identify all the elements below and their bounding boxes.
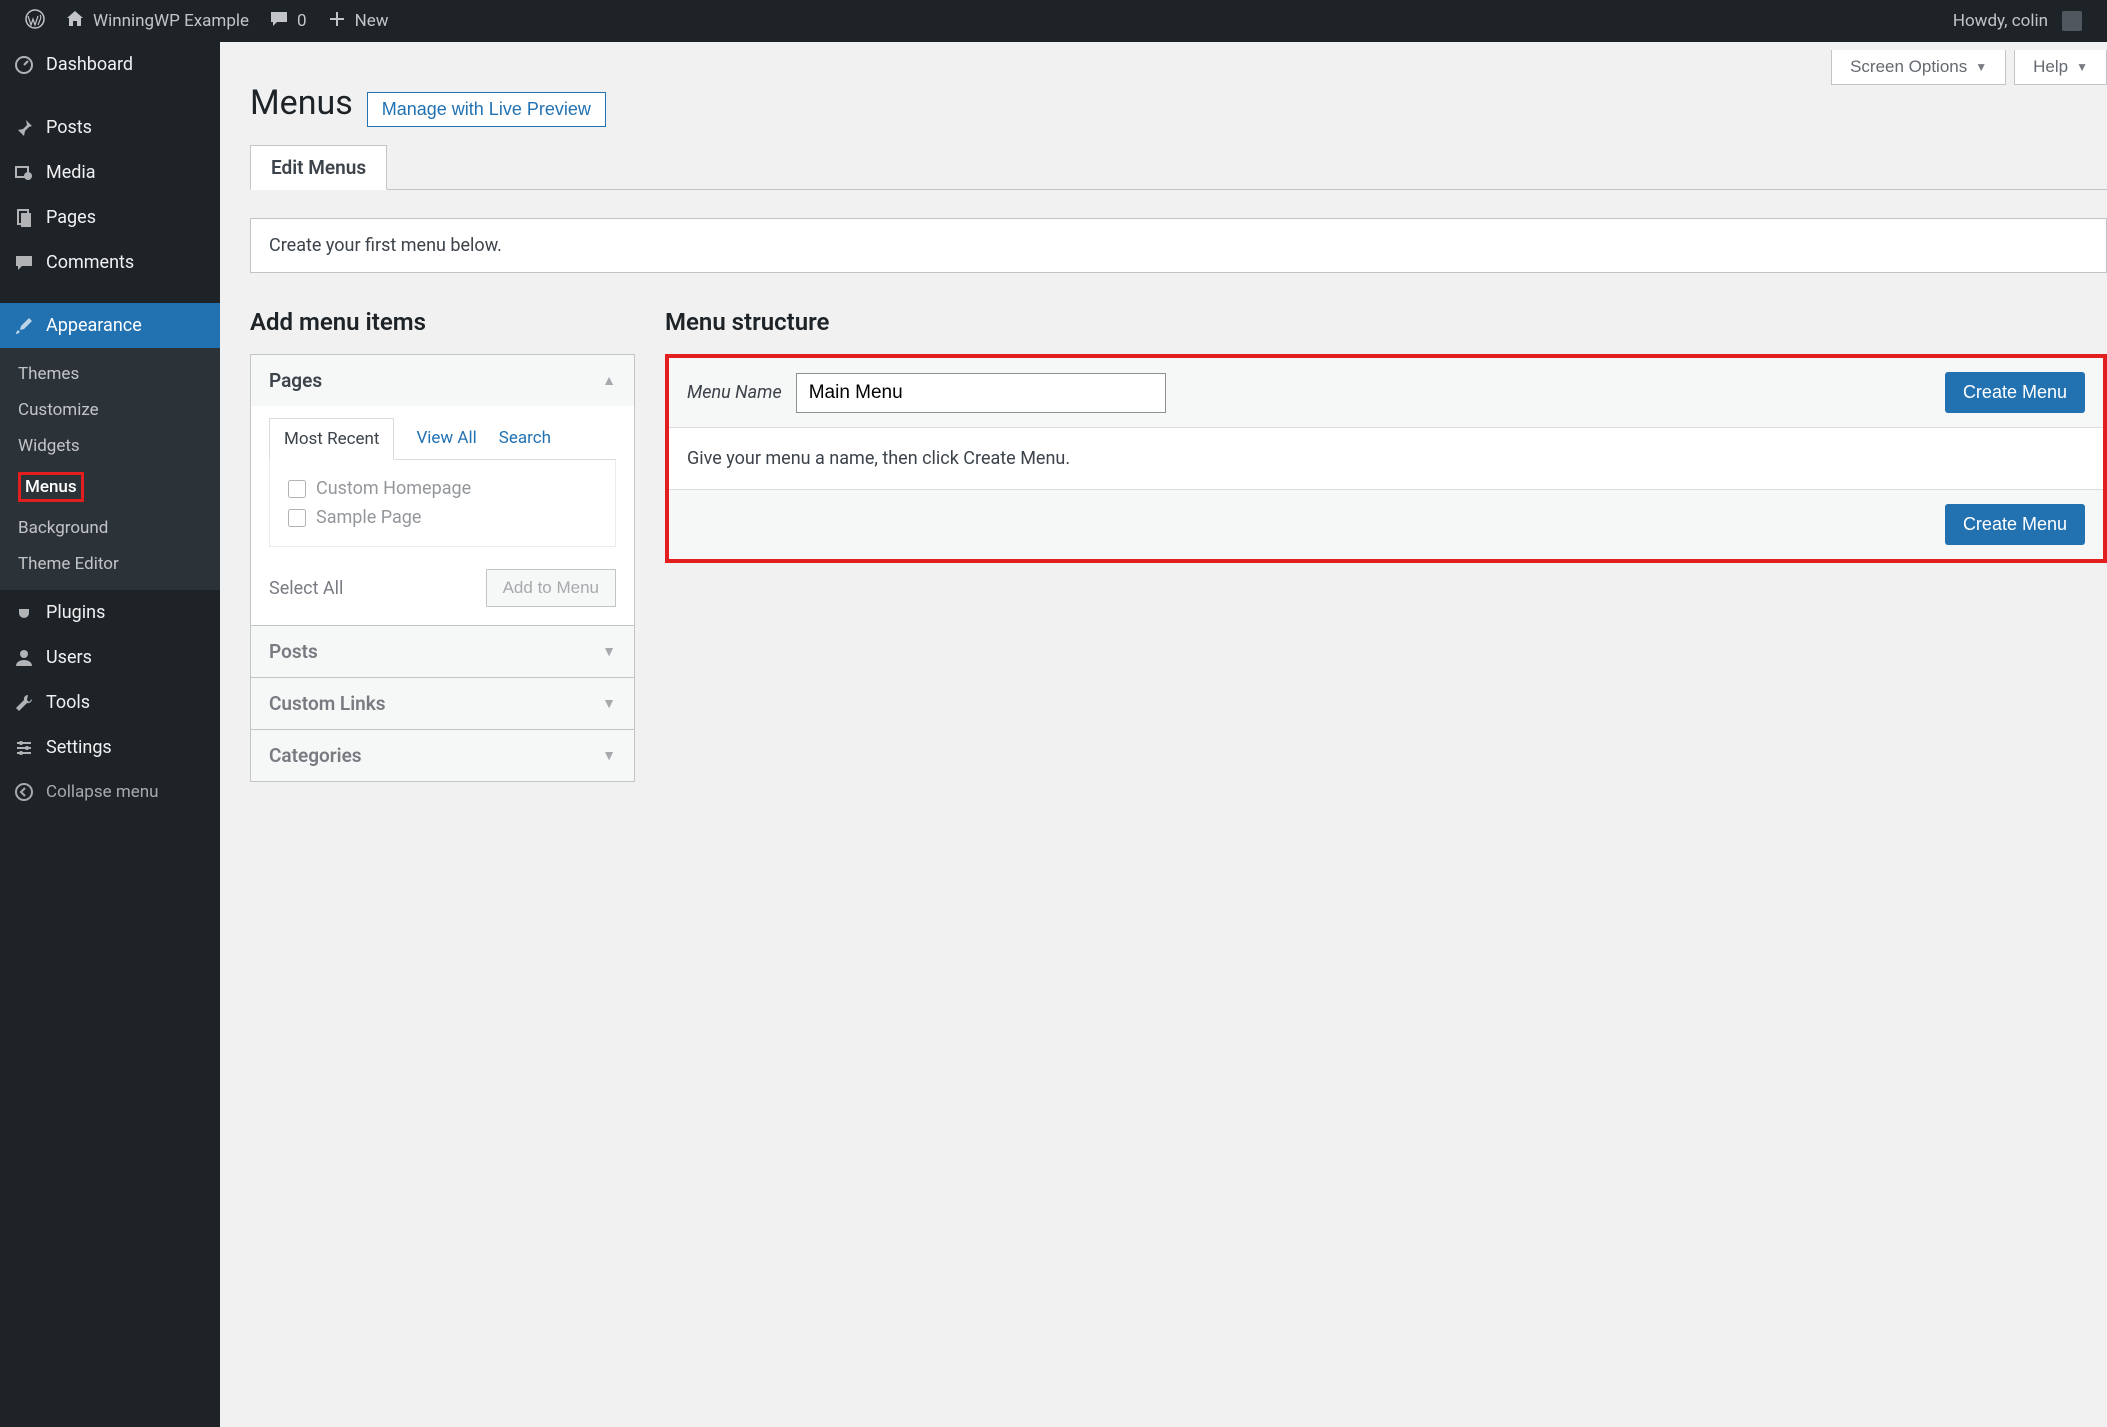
site-name: WinningWP Example (93, 11, 249, 31)
comment-icon (269, 9, 289, 34)
home-icon (65, 9, 85, 34)
page-checkbox[interactable] (288, 480, 306, 498)
pages-tab-recent[interactable]: Most Recent (269, 418, 394, 460)
comments-count: 0 (297, 11, 307, 31)
help-button[interactable]: Help ▼ (2014, 50, 2107, 85)
account-link[interactable]: Howdy, colin (1943, 0, 2092, 42)
howdy-text: Howdy, colin (1953, 11, 2048, 31)
info-notice: Create your first menu below. (250, 218, 2107, 273)
select-all-link[interactable]: Select All (269, 578, 343, 599)
menu-structure-hint: Give your menu a name, then click Create… (669, 428, 2103, 490)
sidebar-item-plugins[interactable]: Plugins (0, 590, 220, 635)
accordion-pages-header[interactable]: Pages ▲ (251, 355, 634, 406)
menu-name-row: Menu Name Create Menu (669, 358, 2103, 428)
accordion-categories-header[interactable]: Categories ▼ (251, 730, 634, 781)
sidebar-item-appearance[interactable]: Appearance (0, 303, 220, 348)
comments-link[interactable]: 0 (259, 0, 317, 42)
chevron-down-icon: ▼ (1975, 60, 1987, 74)
admin-bar: WinningWP Example 0 New Howdy, colin (0, 0, 2107, 42)
collapse-menu[interactable]: Collapse menu (0, 770, 220, 814)
create-menu-button-top[interactable]: Create Menu (1945, 372, 2085, 413)
tab-edit-menus[interactable]: Edit Menus (250, 145, 387, 190)
sidebar-item-users[interactable]: Users (0, 635, 220, 680)
main-content: Screen Options ▼ Help ▼ Menus Manage wit… (220, 0, 2107, 782)
site-link[interactable]: WinningWP Example (55, 0, 259, 42)
sidebar-item-comments[interactable]: Comments (0, 240, 220, 285)
sidebar-item-posts[interactable]: Posts (0, 105, 220, 150)
live-preview-button[interactable]: Manage with Live Preview (367, 92, 606, 127)
pages-list: Custom Homepage Sample Page (269, 460, 616, 547)
page-item[interactable]: Custom Homepage (288, 474, 597, 503)
comment-icon (14, 253, 34, 273)
add-menu-items-column: Add menu items Pages ▲ Most Recent View … (250, 308, 635, 782)
sliders-icon (14, 738, 34, 758)
collapse-icon (14, 782, 34, 802)
page-item[interactable]: Sample Page (288, 503, 597, 532)
sidebar-sub-widgets[interactable]: Widgets (0, 428, 220, 464)
pages-icon (14, 208, 34, 228)
menu-name-input[interactable] (796, 373, 1166, 413)
screen-options-button[interactable]: Screen Options ▼ (1831, 50, 2006, 85)
create-menu-button-bottom[interactable]: Create Menu (1945, 504, 2085, 545)
accordion-posts: Posts ▼ (251, 626, 634, 678)
menu-structure-column: Menu structure Menu Name Create Menu Giv… (665, 308, 2107, 782)
plus-icon (327, 9, 347, 34)
sidebar-item-settings[interactable]: Settings (0, 725, 220, 770)
sidebar-sub-theme-editor[interactable]: Theme Editor (0, 546, 220, 582)
new-content-link[interactable]: New (317, 0, 399, 42)
appearance-submenu: Themes Customize Widgets Menus Backgroun… (0, 348, 220, 590)
pages-tab-search[interactable]: Search (499, 418, 551, 459)
admin-sidebar: Dashboard Posts Media Pages Comments App… (0, 42, 220, 1427)
add-to-menu-button[interactable]: Add to Menu (486, 569, 616, 607)
page-checkbox[interactable] (288, 509, 306, 527)
sidebar-item-dashboard[interactable]: Dashboard (0, 42, 220, 87)
accordion-custom-links-header[interactable]: Custom Links ▼ (251, 678, 634, 729)
wp-logo[interactable] (15, 0, 55, 42)
dashboard-icon (14, 55, 34, 75)
user-icon (14, 648, 34, 668)
accordion-pages: Pages ▲ Most Recent View All Search C (251, 355, 634, 626)
sidebar-item-tools[interactable]: Tools (0, 680, 220, 725)
wordpress-icon (25, 9, 45, 34)
menu-structure-footer: Create Menu (669, 490, 2103, 559)
pages-footer: Select All Add to Menu (269, 569, 616, 607)
sidebar-sub-background[interactable]: Background (0, 510, 220, 546)
pin-icon (14, 118, 34, 138)
menu-structure-heading: Menu structure (665, 308, 2107, 336)
add-items-heading: Add menu items (250, 308, 635, 336)
sidebar-item-pages[interactable]: Pages (0, 195, 220, 240)
accordion-categories: Categories ▼ (251, 730, 634, 781)
sidebar-item-media[interactable]: Media (0, 150, 220, 195)
plug-icon (14, 603, 34, 623)
chevron-down-icon: ▼ (602, 695, 616, 712)
brush-icon (14, 316, 34, 336)
accordion: Pages ▲ Most Recent View All Search C (250, 354, 635, 782)
sidebar-sub-themes[interactable]: Themes (0, 356, 220, 392)
menu-structure-box: Menu Name Create Menu Give your menu a n… (665, 354, 2107, 563)
wrench-icon (14, 693, 34, 713)
nav-tabs: Edit Menus (250, 145, 2107, 190)
media-icon (14, 163, 34, 183)
screen-meta-buttons: Screen Options ▼ Help ▼ (1831, 50, 2107, 85)
pages-tabs: Most Recent View All Search (269, 418, 616, 460)
accordion-custom-links: Custom Links ▼ (251, 678, 634, 730)
avatar (2062, 11, 2082, 31)
chevron-down-icon: ▼ (602, 747, 616, 764)
menu-name-label: Menu Name (687, 382, 782, 403)
chevron-down-icon: ▼ (602, 643, 616, 660)
accordion-pages-body: Most Recent View All Search Custom Homep… (251, 406, 634, 625)
chevron-down-icon: ▼ (2076, 60, 2088, 74)
sidebar-sub-menus[interactable]: Menus (0, 464, 220, 510)
chevron-up-icon: ▲ (602, 372, 616, 389)
new-label: New (355, 11, 389, 31)
accordion-posts-header[interactable]: Posts ▼ (251, 626, 634, 677)
page-title: Menus (250, 83, 353, 123)
pages-tab-viewall[interactable]: View All (416, 418, 476, 459)
sidebar-sub-customize[interactable]: Customize (0, 392, 220, 428)
